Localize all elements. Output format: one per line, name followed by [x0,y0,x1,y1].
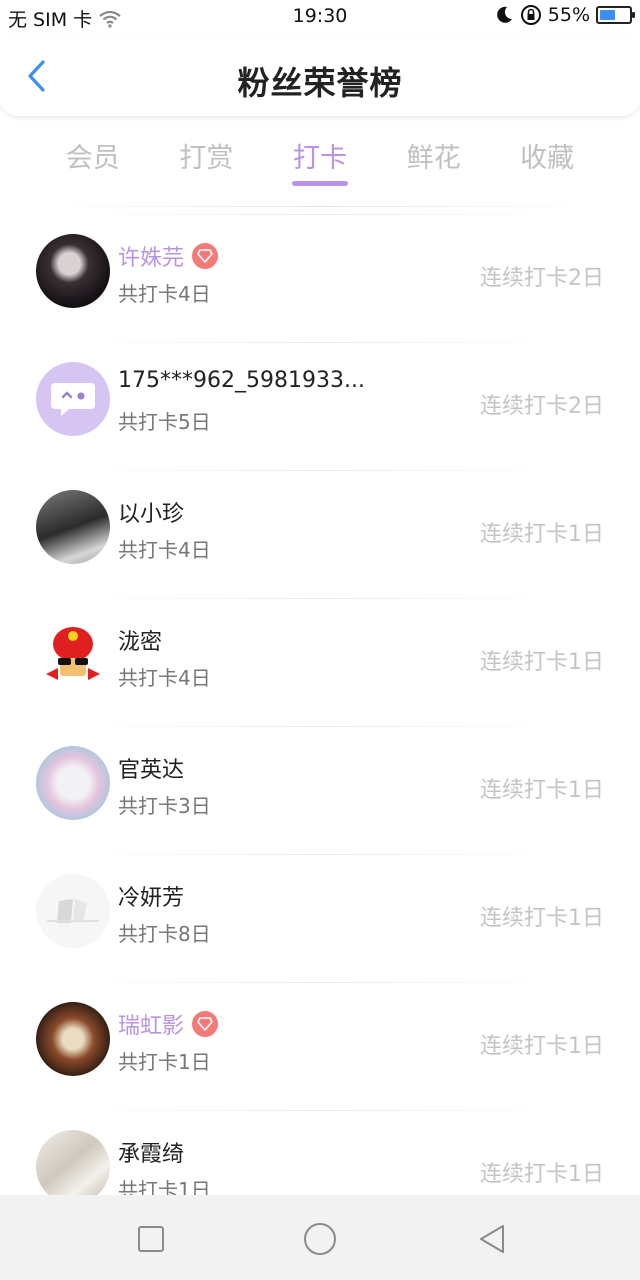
avatar[interactable] [36,1130,110,1195]
fan-name: 承霞绮 [118,1142,185,1167]
fan-name: 瑞虹影 [118,1014,185,1039]
recents-square-icon[interactable] [137,1225,165,1253]
streak-days: 连续打卡1日 [480,778,604,803]
name-line: 承霞绮 [118,1136,184,1168]
status-bar: 无 SIM 卡 19:30 55% [0,0,640,34]
avatar[interactable] [36,874,110,948]
name-line: 冷妍芳 [118,880,184,912]
list-item[interactable]: 冷妍芳 共打卡8日 连续打卡1日 [0,850,640,978]
avatar[interactable] [36,1002,110,1076]
list-item[interactable]: 承霞绮 共打卡1日 连续打卡1日 [0,1106,640,1195]
tab-reward[interactable]: 打赏 [150,132,264,192]
row-divider [70,1110,570,1111]
status-right: 55% [494,4,635,26]
list-item[interactable]: 以小珍 共打卡4日 连续打卡1日 [0,466,640,594]
streak-days: 连续打卡1日 [480,650,604,675]
home-circle-icon[interactable] [303,1222,337,1256]
total-checkins: 共打卡4日 [118,666,211,690]
fan-name: 泷密 [118,630,163,655]
streak-days: 连续打卡2日 [480,266,604,291]
document-graphic-icon [47,899,99,923]
page-title: 粉丝荣誉榜 [237,64,403,102]
name-line: 泷密 [118,624,162,656]
total-checkins: 共打卡1日 [118,1178,211,1195]
streak-days: 连续打卡1日 [480,906,604,931]
fan-name: 冷妍芳 [118,886,185,911]
total-checkins: 共打卡5日 [118,410,211,434]
list-item[interactable]: 175***962_5981933... 共打卡5日 连续打卡2日 [0,338,640,466]
row-divider [70,854,570,855]
avatar[interactable] [36,234,110,308]
row-divider [70,470,570,471]
battery-percent: 55% [547,4,590,26]
cartoon-character-icon [46,627,100,680]
tab-checkin[interactable]: 打卡 [263,132,377,192]
vip-badge [192,1011,219,1037]
fan-name: 175***962_5981933... [118,368,365,393]
recents-button[interactable] [133,1221,169,1257]
system-nav-bar [0,1195,640,1280]
total-checkins: 共打卡4日 [118,282,211,306]
tab-bar: 会员 打赏 打卡 鲜花 收藏 [36,132,604,192]
total-checkins: 共打卡3日 [118,794,211,818]
list-item[interactable]: 瑞虹影 共打卡1日 连续打卡1日 [0,978,640,1106]
tab-flowers[interactable]: 鲜花 [377,132,491,192]
diamond-icon [197,1017,213,1031]
row-divider [70,342,570,343]
avatar[interactable] [36,618,110,692]
home-button[interactable] [302,1221,338,1257]
avatar[interactable] [36,746,110,820]
name-line: 175***962_5981933... [118,368,365,393]
name-line: 官英达 [118,752,184,784]
avatar[interactable] [36,490,110,564]
back-triangle-icon[interactable] [477,1223,507,1255]
row-divider [70,214,570,215]
tab-divider [36,206,604,207]
battery-level [600,10,616,20]
fan-name: 以小珍 [118,502,185,527]
name-line: 以小珍 [118,496,184,528]
back-nav-button[interactable] [474,1221,510,1257]
list-item[interactable]: 泷密 共打卡4日 连续打卡1日 [0,594,640,722]
name-line: 瑞虹影 [118,1008,219,1040]
list-item[interactable]: 许姝芫 共打卡4日 连续打卡2日 [0,210,640,338]
vip-badge [192,243,219,269]
row-divider [70,726,570,727]
battery-icon [596,6,635,24]
total-checkins: 共打卡8日 [118,922,211,946]
row-divider [70,982,570,983]
fan-name: 许姝芫 [118,246,185,271]
name-line: 许姝芫 [118,240,219,272]
list-item[interactable]: 官英达 共打卡3日 连续打卡1日 [0,722,640,850]
streak-days: 连续打卡2日 [480,394,604,419]
tab-favorites[interactable]: 收藏 [490,132,604,192]
fan-list: 许姝芫 共打卡4日 连续打卡2日 175***962_5981933... 共打… [0,210,640,1195]
diamond-icon [197,249,213,263]
row-divider [70,598,570,599]
rotation-lock-icon [520,5,541,25]
total-checkins: 共打卡4日 [118,538,211,562]
streak-days: 连续打卡1日 [480,1034,604,1059]
tab-member[interactable]: 会员 [36,132,150,192]
streak-days: 连续打卡1日 [480,1162,604,1187]
total-checkins: 共打卡1日 [118,1050,211,1074]
fan-name: 官英达 [118,758,185,783]
streak-days: 连续打卡1日 [480,522,604,547]
header: 粉丝荣誉榜 [0,34,640,116]
chat-bubble-icon [51,383,95,416]
avatar[interactable] [36,362,110,436]
moon-icon [496,6,512,23]
